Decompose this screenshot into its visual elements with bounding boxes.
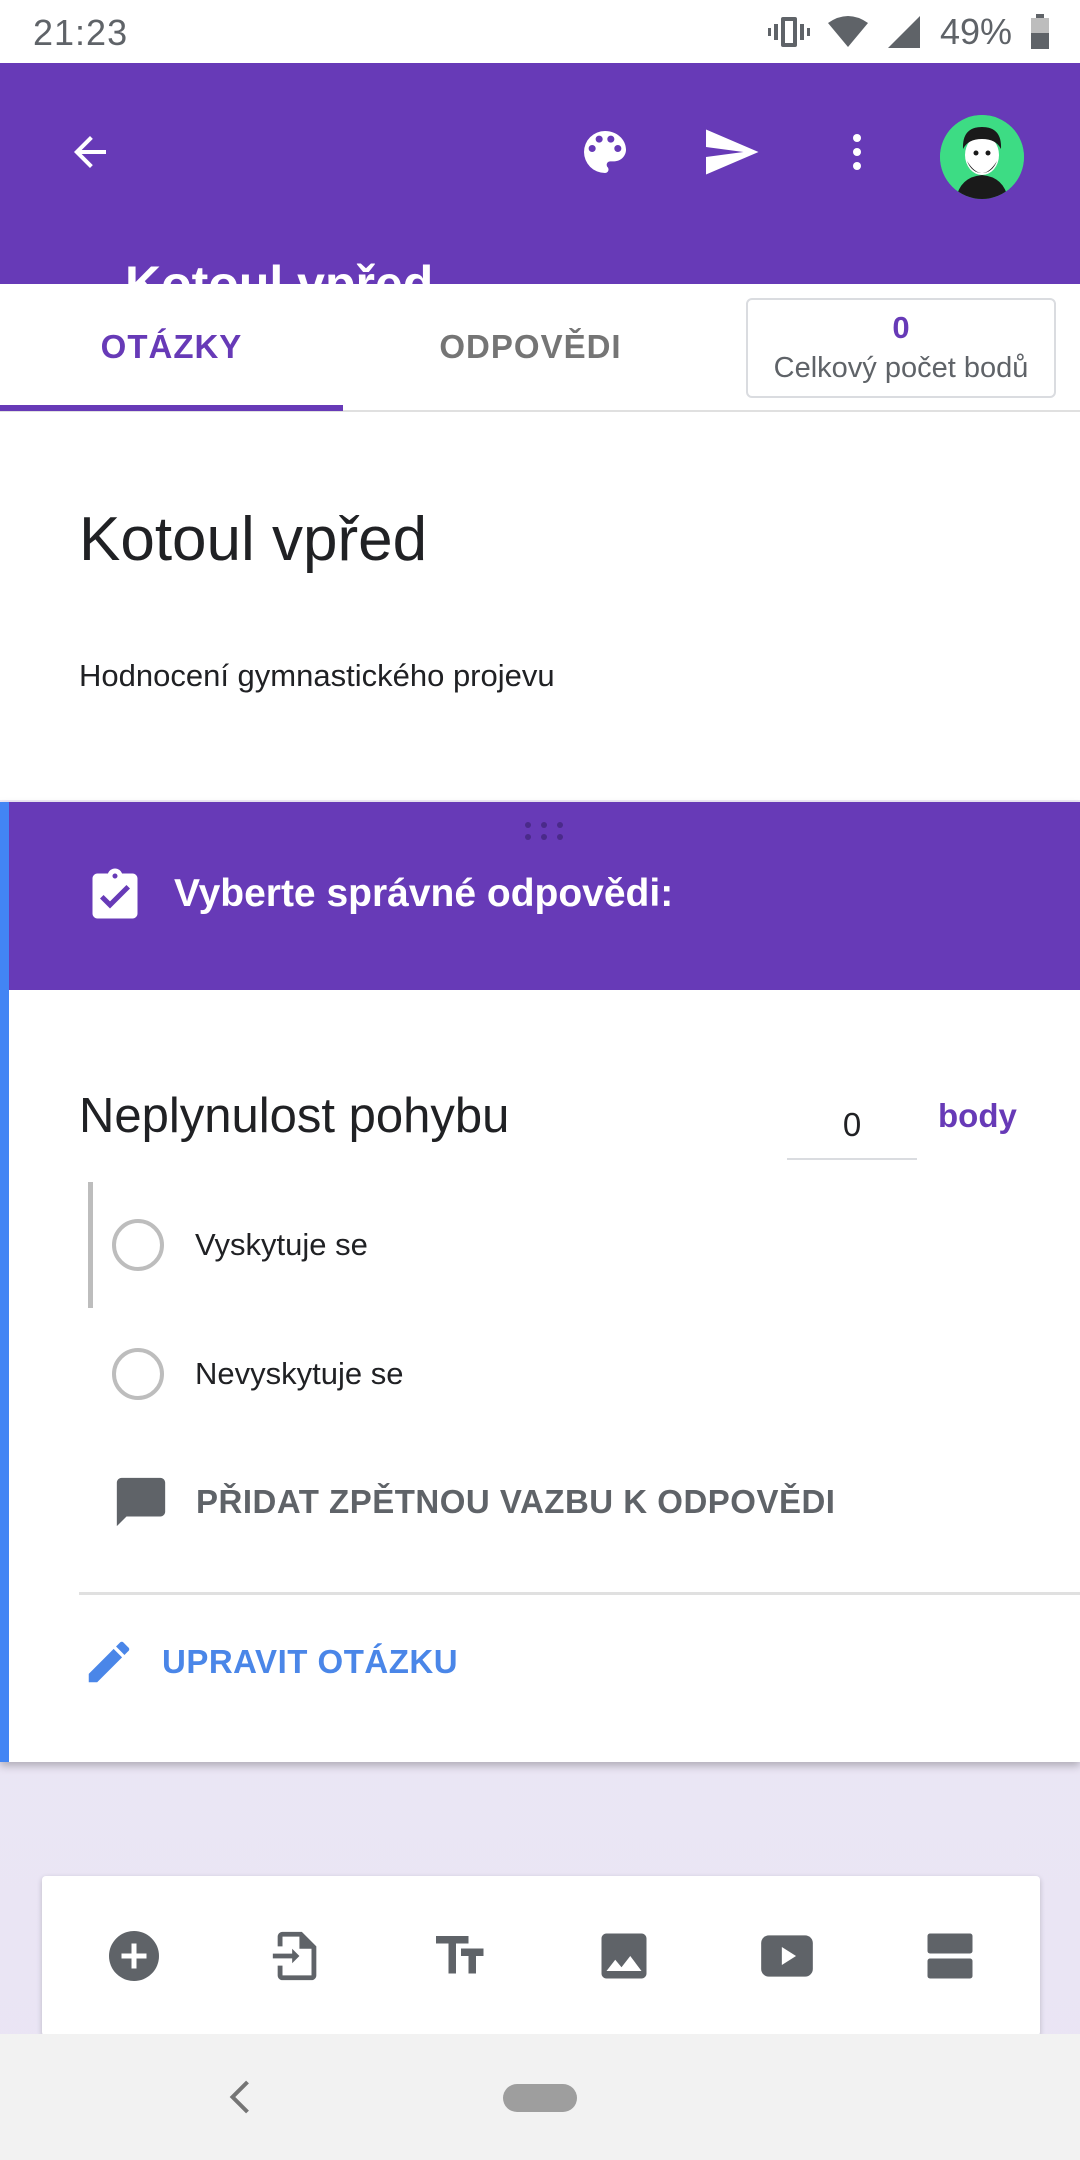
add-video-icon <box>761 1935 813 1977</box>
question-card[interactable]: Vyberte správné odpovědi: Neplynulost po… <box>0 802 1080 1762</box>
add-section-button[interactable] <box>900 1906 1000 2006</box>
add-question-icon <box>109 1931 159 1981</box>
feedback-comment-icon <box>116 1477 166 1527</box>
import-questions-icon <box>272 1931 317 1981</box>
app-bar: Kotoul vpřed <box>0 63 1080 284</box>
back-arrow-icon <box>74 136 106 168</box>
nav-back-icon[interactable] <box>210 2067 270 2127</box>
option-vyskytuje-se[interactable]: Vyskytuje se <box>112 1200 368 1290</box>
form-toolbar <box>42 1876 1040 2036</box>
nav-home-pill[interactable] <box>503 2084 577 2112</box>
avatar[interactable] <box>940 115 1024 199</box>
add-question-button[interactable] <box>84 1906 184 2006</box>
add-image-button[interactable] <box>574 1906 674 2006</box>
status-time: 21:23 <box>33 12 129 53</box>
answer-key-header: Vyberte správné odpovědi: <box>9 802 1080 990</box>
more-vert-icon <box>853 134 861 170</box>
more-options-button[interactable] <box>812 107 902 197</box>
system-nav-bar <box>0 2034 1080 2160</box>
add-video-button[interactable] <box>737 1906 837 2006</box>
vibrate-icon <box>767 17 810 47</box>
question-points-input[interactable]: 0 <box>787 1092 917 1160</box>
question-title: Neplynulost pohybu <box>79 1089 510 1143</box>
palette-icon <box>584 131 626 173</box>
add-feedback-label: PŘIDAT ZPĚTNOU VAZBU K ODPOVĚDI <box>196 1483 836 1520</box>
add-section-icon <box>927 1933 973 1979</box>
radio-button[interactable] <box>112 1348 164 1400</box>
back-button[interactable] <box>45 107 135 197</box>
edit-question-button[interactable]: UPRAVIT OTÁZKU <box>82 1612 458 1712</box>
status-bar: 21:23 49% <box>0 0 1080 63</box>
tab-responses[interactable]: ODPOVĚDI <box>343 284 718 410</box>
option-nevyskytuje-se[interactable]: Nevyskytuje se <box>112 1329 403 1419</box>
add-image-icon <box>601 1933 647 1979</box>
option-label: Vyskytuje se <box>195 1227 368 1262</box>
points-unit-label: body <box>938 1097 1017 1134</box>
wifi-icon <box>827 16 868 47</box>
avatar-image <box>940 115 1024 199</box>
add-title-button[interactable] <box>411 1906 511 2006</box>
import-questions-button[interactable] <box>247 1906 347 2006</box>
edit-question-label: UPRAVIT OTÁZKU <box>162 1643 459 1680</box>
form-title[interactable]: Kotoul vpřed <box>79 504 427 575</box>
screen: 21:23 49% Kotoul vpřed OTÁZKY ODPOVĚDI 0… <box>0 0 1080 2160</box>
option-label: Nevyskytuje se <box>195 1356 404 1391</box>
battery-percent: 49% <box>939 11 1012 52</box>
assignment-check-icon <box>92 868 138 919</box>
tab-bar: OTÁZKY ODPOVĚDI 0 Celkový počet bodů <box>0 284 1080 412</box>
option-selection-bar <box>88 1182 93 1308</box>
total-points-value: 0 <box>892 310 910 345</box>
pencil-icon <box>88 1641 130 1683</box>
form-description[interactable]: Hodnocení gymnastického projevu <box>79 658 555 694</box>
theme-button[interactable] <box>560 107 650 197</box>
app-bar-title: Kotoul vpřed <box>125 256 434 284</box>
card-focus-accent <box>0 802 9 1762</box>
answer-key-title: Vyberte správné odpovědi: <box>174 872 674 915</box>
send-icon <box>706 129 759 175</box>
card-divider <box>79 1592 1080 1595</box>
add-feedback-button[interactable]: PŘIDAT ZPĚTNOU VAZBU K ODPOVĚDI <box>112 1457 835 1547</box>
status-icons: 49% <box>767 8 1050 56</box>
tab-indicator <box>0 405 343 411</box>
send-button[interactable] <box>686 107 776 197</box>
total-points-box: 0 Celkový počet bodů <box>746 298 1056 398</box>
add-title-icon <box>436 1936 484 1974</box>
drag-handle-icon[interactable] <box>523 820 565 842</box>
battery-icon <box>1031 14 1049 49</box>
tab-questions[interactable]: OTÁZKY <box>0 284 343 410</box>
total-points-label: Celkový počet bodů <box>773 352 1029 384</box>
form-header-card[interactable]: Kotoul vpřed Hodnocení gymnastického pro… <box>0 412 1080 800</box>
signal-icon <box>887 16 920 48</box>
radio-button[interactable] <box>112 1219 164 1271</box>
